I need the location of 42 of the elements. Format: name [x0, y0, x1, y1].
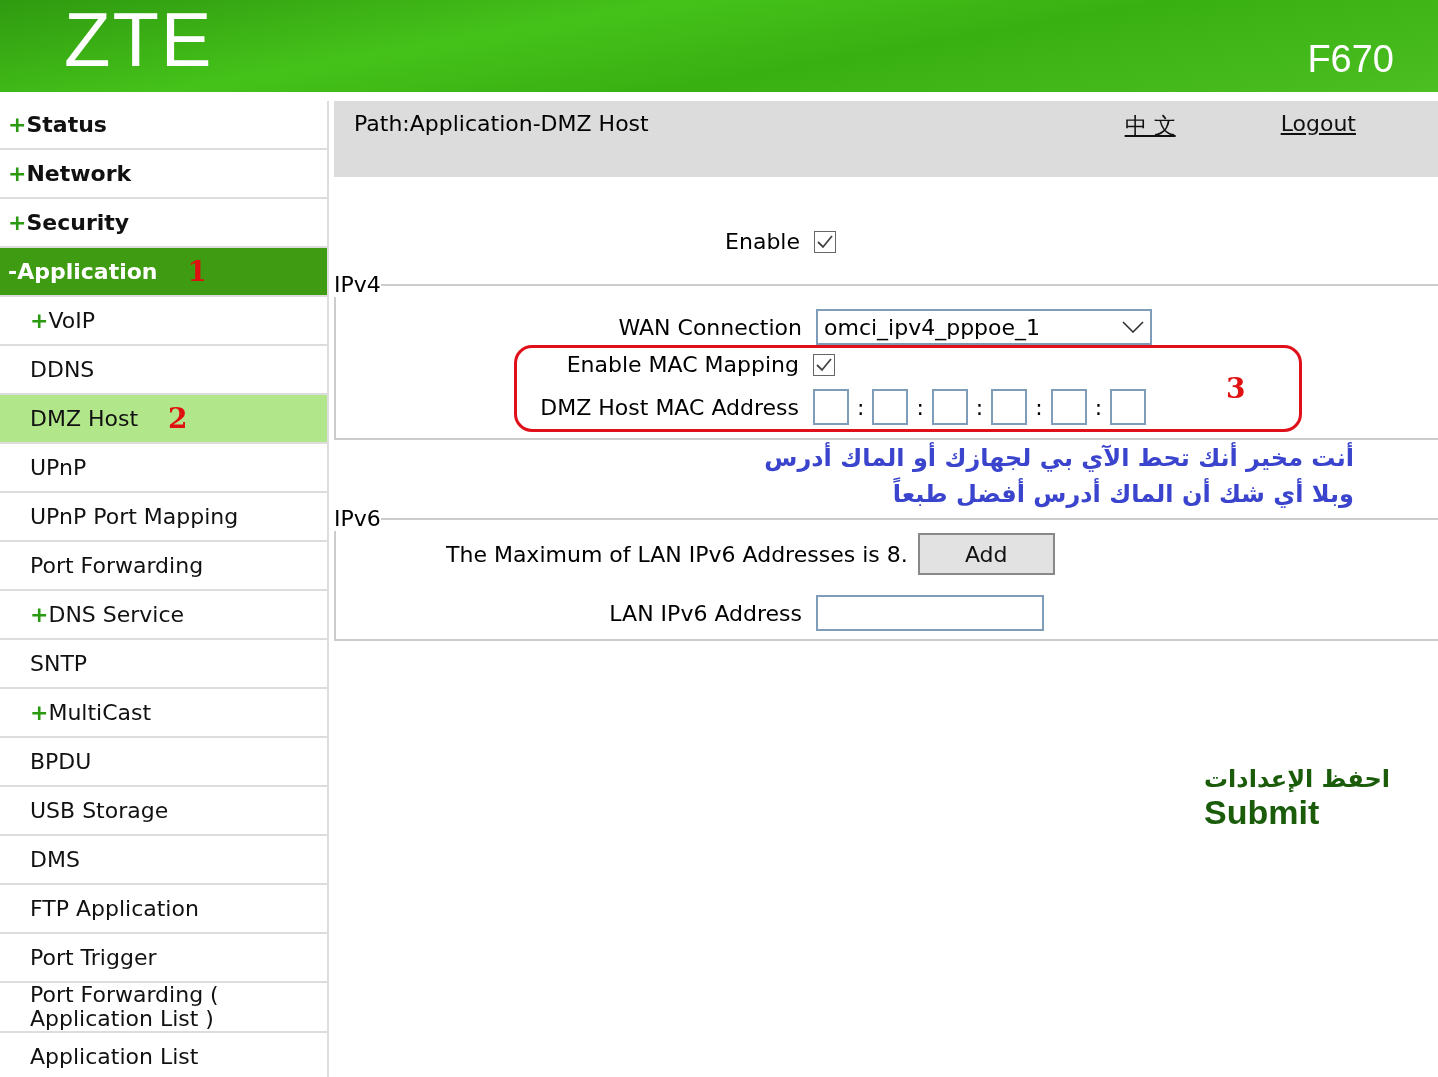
annotation-text: احفظ الإعدادات	[1204, 765, 1391, 793]
header-link[interactable]: Logout	[1280, 111, 1356, 136]
field-label: DMZ Host MAC Address	[539, 394, 799, 420]
separator: :	[1094, 394, 1103, 420]
mac-octet-field[interactable]	[931, 389, 968, 425]
annotation-number: 1	[187, 259, 207, 284]
field-label: LAN IPv6 Address	[608, 600, 802, 626]
ipv6-address-field[interactable]	[816, 595, 1044, 631]
mac-octet-field[interactable]	[1050, 389, 1087, 425]
mac-octet-field[interactable]	[991, 389, 1028, 425]
separator: :	[916, 394, 924, 420]
logo: ZTE	[64, 0, 214, 80]
annotation-text: أنت مخير أنك تحط الآي بي لجهازك أو الماك أدرس	[764, 441, 1354, 474]
fieldset-legend: IPv4	[334, 272, 381, 297]
menu-item[interactable]: -Application 1	[0, 248, 327, 297]
annotation-number: 2	[168, 406, 188, 431]
info-text: The Maximum of LAN IPv6 Addresses is 8.	[446, 541, 908, 567]
separator: :	[975, 394, 984, 420]
check-icon	[816, 357, 832, 372]
submit-link[interactable]: Submit	[1204, 793, 1320, 832]
field-label: Enable	[724, 229, 800, 254]
header-link[interactable]: 中 文	[1124, 111, 1176, 141]
annotation-text: وبلا أي شك أن الماك أدرس أفضل طبعاً	[892, 476, 1354, 512]
chevron-down-icon	[1122, 321, 1144, 333]
menu-item[interactable]: DMZ Host 2	[0, 395, 327, 444]
breadcrumb-path: Path:Application-DMZ Host	[354, 111, 650, 136]
mac-octet-field[interactable]	[1110, 389, 1147, 425]
mac-octet-field[interactable]	[872, 389, 909, 425]
fieldset-legend: IPv6	[334, 506, 381, 531]
enable-checkbox[interactable]	[814, 230, 836, 253]
field-label: WAN Connection	[617, 314, 802, 340]
mac-octet-field[interactable]	[813, 389, 849, 425]
menu-item[interactable]: Port Forwarding ( Application List )	[0, 983, 327, 1033]
annotation-number: 3	[1226, 372, 1246, 405]
wan-connection-select[interactable]: omci_ipv4_pppoe_1	[816, 309, 1152, 345]
separator: :	[857, 394, 865, 420]
field-label: Enable MAC Mapping	[565, 352, 799, 377]
add-button[interactable]: Add	[917, 533, 1055, 575]
separator: :	[1035, 394, 1043, 420]
model-name: F670	[1307, 38, 1394, 81]
mac-mapping-checkbox[interactable]	[813, 353, 835, 376]
check-icon	[817, 234, 833, 249]
